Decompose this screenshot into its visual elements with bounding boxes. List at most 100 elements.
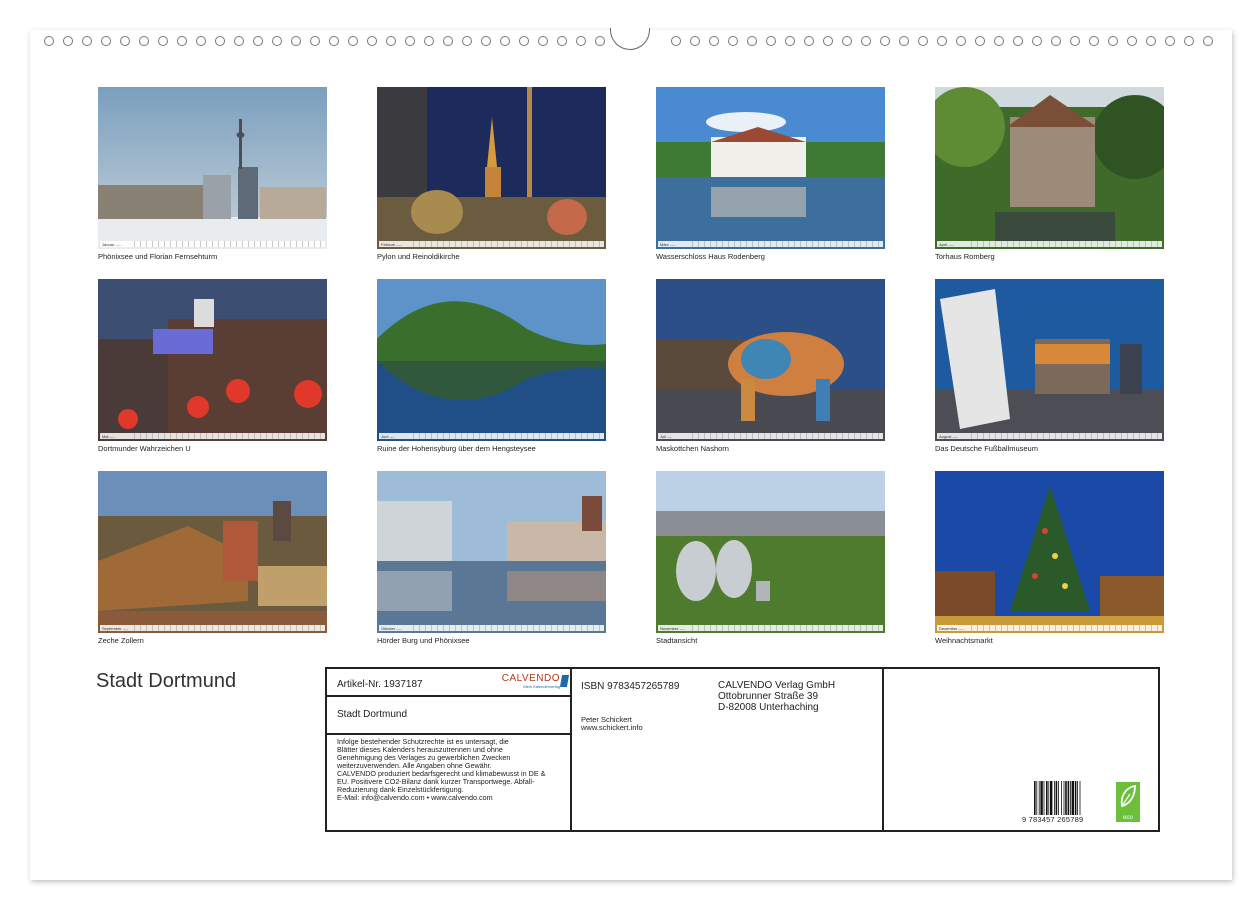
spiral-binding (30, 28, 1232, 60)
photo-tile-november[interactable]: November ---- Stadtansicht (656, 471, 885, 645)
photo-tile-september[interactable]: September ---- Zeche Zollern (98, 471, 327, 645)
binding-hole (1070, 36, 1080, 46)
product-info-left: Artikel-Nr. 1937187 CALVENDO Mein Kalend… (327, 669, 572, 830)
photo-caption: Phönixsee und Florian Fernsehturm (98, 252, 218, 261)
binding-hole (481, 36, 491, 46)
binding-hole (272, 36, 282, 46)
photo-tile-june[interactable]: Juni ---- Ruine der Hohensyburg über dem… (377, 279, 606, 453)
photo-caption: Stadtansicht (656, 636, 698, 645)
barcode-bar (1043, 781, 1045, 815)
photo-tile-january[interactable]: Januar ---- Phönixsee und Florian Fernse… (98, 87, 327, 261)
binding-hole (918, 36, 928, 46)
barcode-bar (1058, 781, 1059, 815)
hanger-notch (610, 28, 650, 50)
calendar-strip: Februar ---- (379, 241, 604, 247)
eco-leaf-icon: eco (1116, 782, 1140, 822)
barcode-digits: 9 783457 265789 (1022, 815, 1084, 824)
photo-may: Mai ---- (98, 279, 327, 441)
calendar-strip: Oktober ---- (379, 625, 604, 631)
calendar-sheet: Januar ---- Phönixsee und Florian Fernse… (30, 28, 1232, 880)
binding-hole (1184, 36, 1194, 46)
binding-hole (690, 36, 700, 46)
photo-caption: Hörder Burg und Phönixsee (377, 636, 470, 645)
binding-hole (158, 36, 168, 46)
binding-hole (1165, 36, 1175, 46)
photo-caption: Torhaus Romberg (935, 252, 995, 261)
calendar-strip: April ---- (937, 241, 1162, 247)
photo-tile-april[interactable]: April ---- Torhaus Romberg (935, 87, 1164, 261)
publisher-address: CALVENDO Verlag GmbH Ottobrunner Straße … (718, 680, 836, 713)
binding-hole (842, 36, 852, 46)
calendar-strip: Januar ---- (100, 241, 325, 247)
article-row: Artikel-Nr. 1937187 CALVENDO Mein Kalend… (327, 669, 570, 697)
photo-tile-october[interactable]: Oktober ---- Hörder Burg und Phönixsee (377, 471, 606, 645)
photo-tile-may[interactable]: Mai ---- Dortmunder Wahrzeichen U (98, 279, 327, 453)
binding-hole (1127, 36, 1137, 46)
product-info-right: 9 783457 265789 eco (884, 669, 1158, 830)
binding-hole (82, 36, 92, 46)
binding-hole (823, 36, 833, 46)
article-number: Artikel-Nr. 1937187 (337, 679, 423, 690)
binding-hole (500, 36, 510, 46)
barcode-bar (1054, 781, 1055, 815)
photo-caption: Maskottchen Nashorn (656, 444, 729, 453)
barcode-bar (1038, 781, 1040, 815)
photo-november: November ---- (656, 471, 885, 633)
binding-hole (253, 36, 263, 46)
binding-hole (424, 36, 434, 46)
binding-hole (538, 36, 548, 46)
barcode-bar (1077, 781, 1078, 815)
binding-hole (975, 36, 985, 46)
photo-july: Juli ---- (656, 279, 885, 441)
product-name: Stadt Dortmund (337, 709, 408, 720)
binding-hole (785, 36, 795, 46)
binding-hole (44, 36, 54, 46)
barcode-bar (1050, 781, 1053, 815)
barcode-bar (1055, 781, 1058, 815)
binding-hole (899, 36, 909, 46)
photo-october: Oktober ---- (377, 471, 606, 633)
photo-june: Juni ---- (377, 279, 606, 441)
binding-hole (215, 36, 225, 46)
barcode-bar (1048, 781, 1050, 815)
photo-caption: Zeche Zollern (98, 636, 144, 645)
binding-hole (177, 36, 187, 46)
photo-march: März ---- (656, 87, 885, 249)
photo-caption: Das Deutsche Fußballmuseum (935, 444, 1038, 453)
binding-hole (291, 36, 301, 46)
calendar-strip: Dezember ---- (937, 625, 1162, 631)
binding-hole (956, 36, 966, 46)
binding-hole (120, 36, 130, 46)
binding-hole (462, 36, 472, 46)
binding-hole (329, 36, 339, 46)
binding-hole (861, 36, 871, 46)
binding-hole (1203, 36, 1213, 46)
calendar-strip: November ---- (658, 625, 883, 631)
photo-tile-december[interactable]: Dezember ---- Weihnachtsmarkt (935, 471, 1164, 645)
binding-hole (196, 36, 206, 46)
binding-hole (994, 36, 1004, 46)
barcode (1034, 781, 1081, 815)
photo-tile-july[interactable]: Juli ---- Maskottchen Nashorn (656, 279, 885, 453)
photo-tile-march[interactable]: März ---- Wasserschloss Haus Rodenberg (656, 87, 885, 261)
binding-hole (880, 36, 890, 46)
photo-caption: Dortmunder Wahrzeichen U (98, 444, 191, 453)
binding-hole (1013, 36, 1023, 46)
barcode-bar (1061, 781, 1062, 815)
calendar-strip: Juli ---- (658, 433, 883, 439)
photo-caption: Wasserschloss Haus Rodenberg (656, 252, 765, 261)
calendar-strip: September ---- (100, 625, 325, 631)
binding-hole (804, 36, 814, 46)
binding-hole (1032, 36, 1042, 46)
calendar-strip: März ---- (658, 241, 883, 247)
binding-hole (557, 36, 567, 46)
photo-tile-february[interactable]: Februar ---- Pylon und Reinoldikirche (377, 87, 606, 261)
binding-hole (519, 36, 529, 46)
product-name-row: Stadt Dortmund (327, 697, 570, 735)
barcode-bar (1040, 781, 1043, 815)
barcode-bar (1036, 781, 1038, 815)
photo-january: Januar ---- (98, 87, 327, 249)
photo-tile-august[interactable]: August ---- Das Deutsche Fußballmuseum (935, 279, 1164, 453)
photo-december: Dezember ---- (935, 471, 1164, 633)
barcode-bar (1063, 781, 1065, 815)
